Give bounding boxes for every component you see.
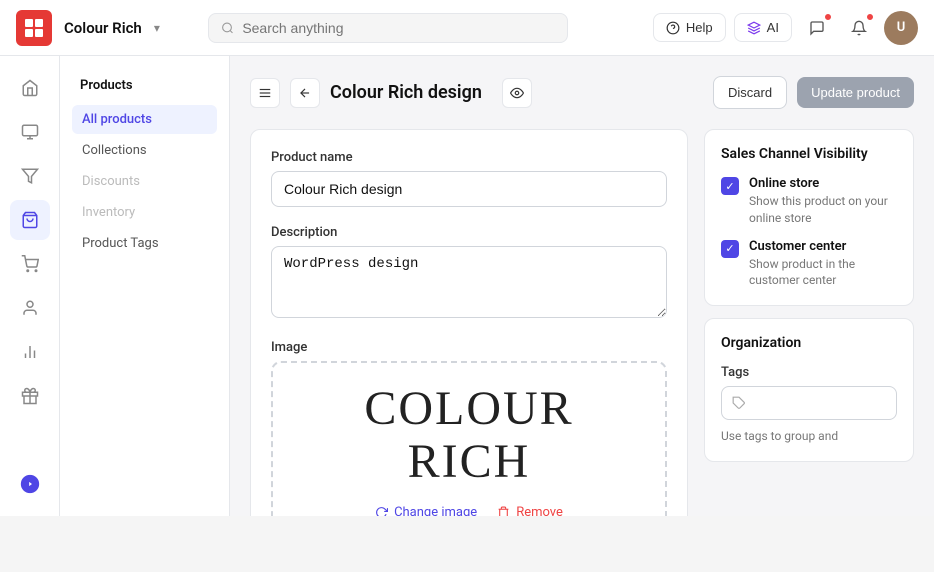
back-icon	[298, 86, 312, 100]
refresh-icon	[375, 506, 388, 516]
description-group: Description WordPress design	[271, 225, 667, 322]
sidebar-item-home[interactable]	[10, 68, 50, 108]
bell-icon	[851, 20, 867, 36]
help-icon	[666, 21, 680, 35]
customer-center-checkbox[interactable]: ✓	[721, 240, 739, 258]
product-name-input[interactable]	[271, 171, 667, 207]
image-upload-area[interactable]: COLOUR RICH Change image Remo	[271, 361, 667, 516]
customer-center-name: Customer center	[749, 239, 897, 254]
sidebar-item-gift[interactable]	[10, 376, 50, 416]
product-name-group: Product name	[271, 150, 667, 207]
tag-icon	[732, 396, 746, 410]
tags-hint: Use tags to group and	[721, 428, 897, 445]
content-header: Colour Rich design Discard Update produc…	[250, 76, 914, 109]
nav-item-discounts: Discounts	[72, 167, 217, 196]
nav-item-all-products[interactable]: All products	[72, 105, 217, 134]
image-label: Image	[271, 340, 667, 355]
brand-chevron[interactable]: ▾	[154, 21, 160, 35]
brand-name: Colour Rich	[64, 19, 142, 37]
nav-item-inventory: Inventory	[72, 198, 217, 227]
sidebar-item-monitor[interactable]	[10, 112, 50, 152]
eye-icon	[510, 86, 524, 100]
checkbox-check: ✓	[725, 242, 734, 255]
search-bar[interactable]	[208, 13, 568, 43]
search-icon	[221, 21, 234, 35]
bell-button[interactable]	[842, 11, 876, 45]
product-name-label: Product name	[271, 150, 667, 165]
trash-icon	[497, 506, 510, 516]
nav-section-title: Products	[72, 72, 217, 99]
avatar[interactable]: U	[884, 11, 918, 45]
image-preview: COLOUR RICH	[364, 383, 573, 489]
nav-item-collections[interactable]: Collections	[72, 136, 217, 165]
nav-panel: Products All products Collections Discou…	[60, 56, 230, 516]
visibility-button[interactable]	[502, 78, 532, 108]
organization-title: Organization	[721, 335, 897, 351]
form-area: Product name Description WordPress desig…	[250, 129, 688, 516]
chat-badge	[824, 13, 832, 21]
change-image-button[interactable]: Change image	[375, 505, 477, 516]
nav-item-product-tags[interactable]: Product Tags	[72, 229, 217, 258]
main-layout: Products All products Collections Discou…	[0, 56, 934, 516]
ai-button[interactable]: AI	[734, 13, 792, 42]
menu-icon	[258, 86, 272, 100]
search-input[interactable]	[242, 20, 555, 36]
discard-button[interactable]: Discard	[713, 76, 787, 109]
tags-input-container[interactable]	[721, 386, 897, 420]
description-input[interactable]: WordPress design	[271, 246, 667, 318]
sidebar-item-ai[interactable]	[10, 464, 50, 504]
customer-center-desc: Show product in the customer center	[749, 256, 897, 290]
content-body: Product name Description WordPress desig…	[250, 129, 914, 516]
menu-button[interactable]	[250, 78, 280, 108]
chat-icon	[809, 20, 825, 36]
online-store-channel: ✓ Online store Show this product on your…	[721, 176, 897, 227]
topbar: Colour Rich ▾ Help AI U	[0, 0, 934, 56]
sidebar-item-cart[interactable]	[10, 244, 50, 284]
app-logo[interactable]	[16, 10, 52, 46]
remove-image-button[interactable]: Remove	[497, 505, 563, 516]
sidebar-item-users[interactable]	[10, 288, 50, 328]
main-content: Colour Rich design Discard Update produc…	[230, 56, 934, 516]
customer-center-channel: ✓ Customer center Show product in the cu…	[721, 239, 897, 290]
update-product-button[interactable]: Update product	[797, 77, 914, 108]
sidebar-item-products[interactable]	[10, 200, 50, 240]
notifications-button[interactable]	[800, 11, 834, 45]
page-title: Colour Rich design	[330, 82, 492, 103]
help-button[interactable]: Help	[653, 13, 726, 42]
topbar-actions: Help AI U	[653, 11, 918, 45]
image-actions: Change image Remove	[375, 505, 563, 516]
online-store-desc: Show this product on your online store	[749, 193, 897, 227]
online-store-name: Online store	[749, 176, 897, 191]
sales-channel-title: Sales Channel Visibility	[721, 146, 897, 162]
checkbox-check: ✓	[725, 180, 734, 193]
sidebar-icons	[0, 56, 60, 516]
online-store-info: Online store Show this product on your o…	[749, 176, 897, 227]
back-button[interactable]	[290, 78, 320, 108]
right-panel: Sales Channel Visibility ✓ Online store …	[704, 129, 914, 516]
organization-card: Organization Tags Use tags to group and	[704, 318, 914, 462]
sidebar-item-analytics[interactable]	[10, 332, 50, 372]
bell-badge	[866, 13, 874, 21]
online-store-checkbox[interactable]: ✓	[721, 177, 739, 195]
customer-center-info: Customer center Show product in the cust…	[749, 239, 897, 290]
sidebar-item-filter[interactable]	[10, 156, 50, 196]
tags-label: Tags	[721, 365, 897, 380]
ai-icon	[747, 21, 761, 35]
image-group: Image COLOUR RICH Change image	[271, 340, 667, 516]
description-label: Description	[271, 225, 667, 240]
product-form-card: Product name Description WordPress desig…	[250, 129, 688, 516]
sales-channel-card: Sales Channel Visibility ✓ Online store …	[704, 129, 914, 306]
